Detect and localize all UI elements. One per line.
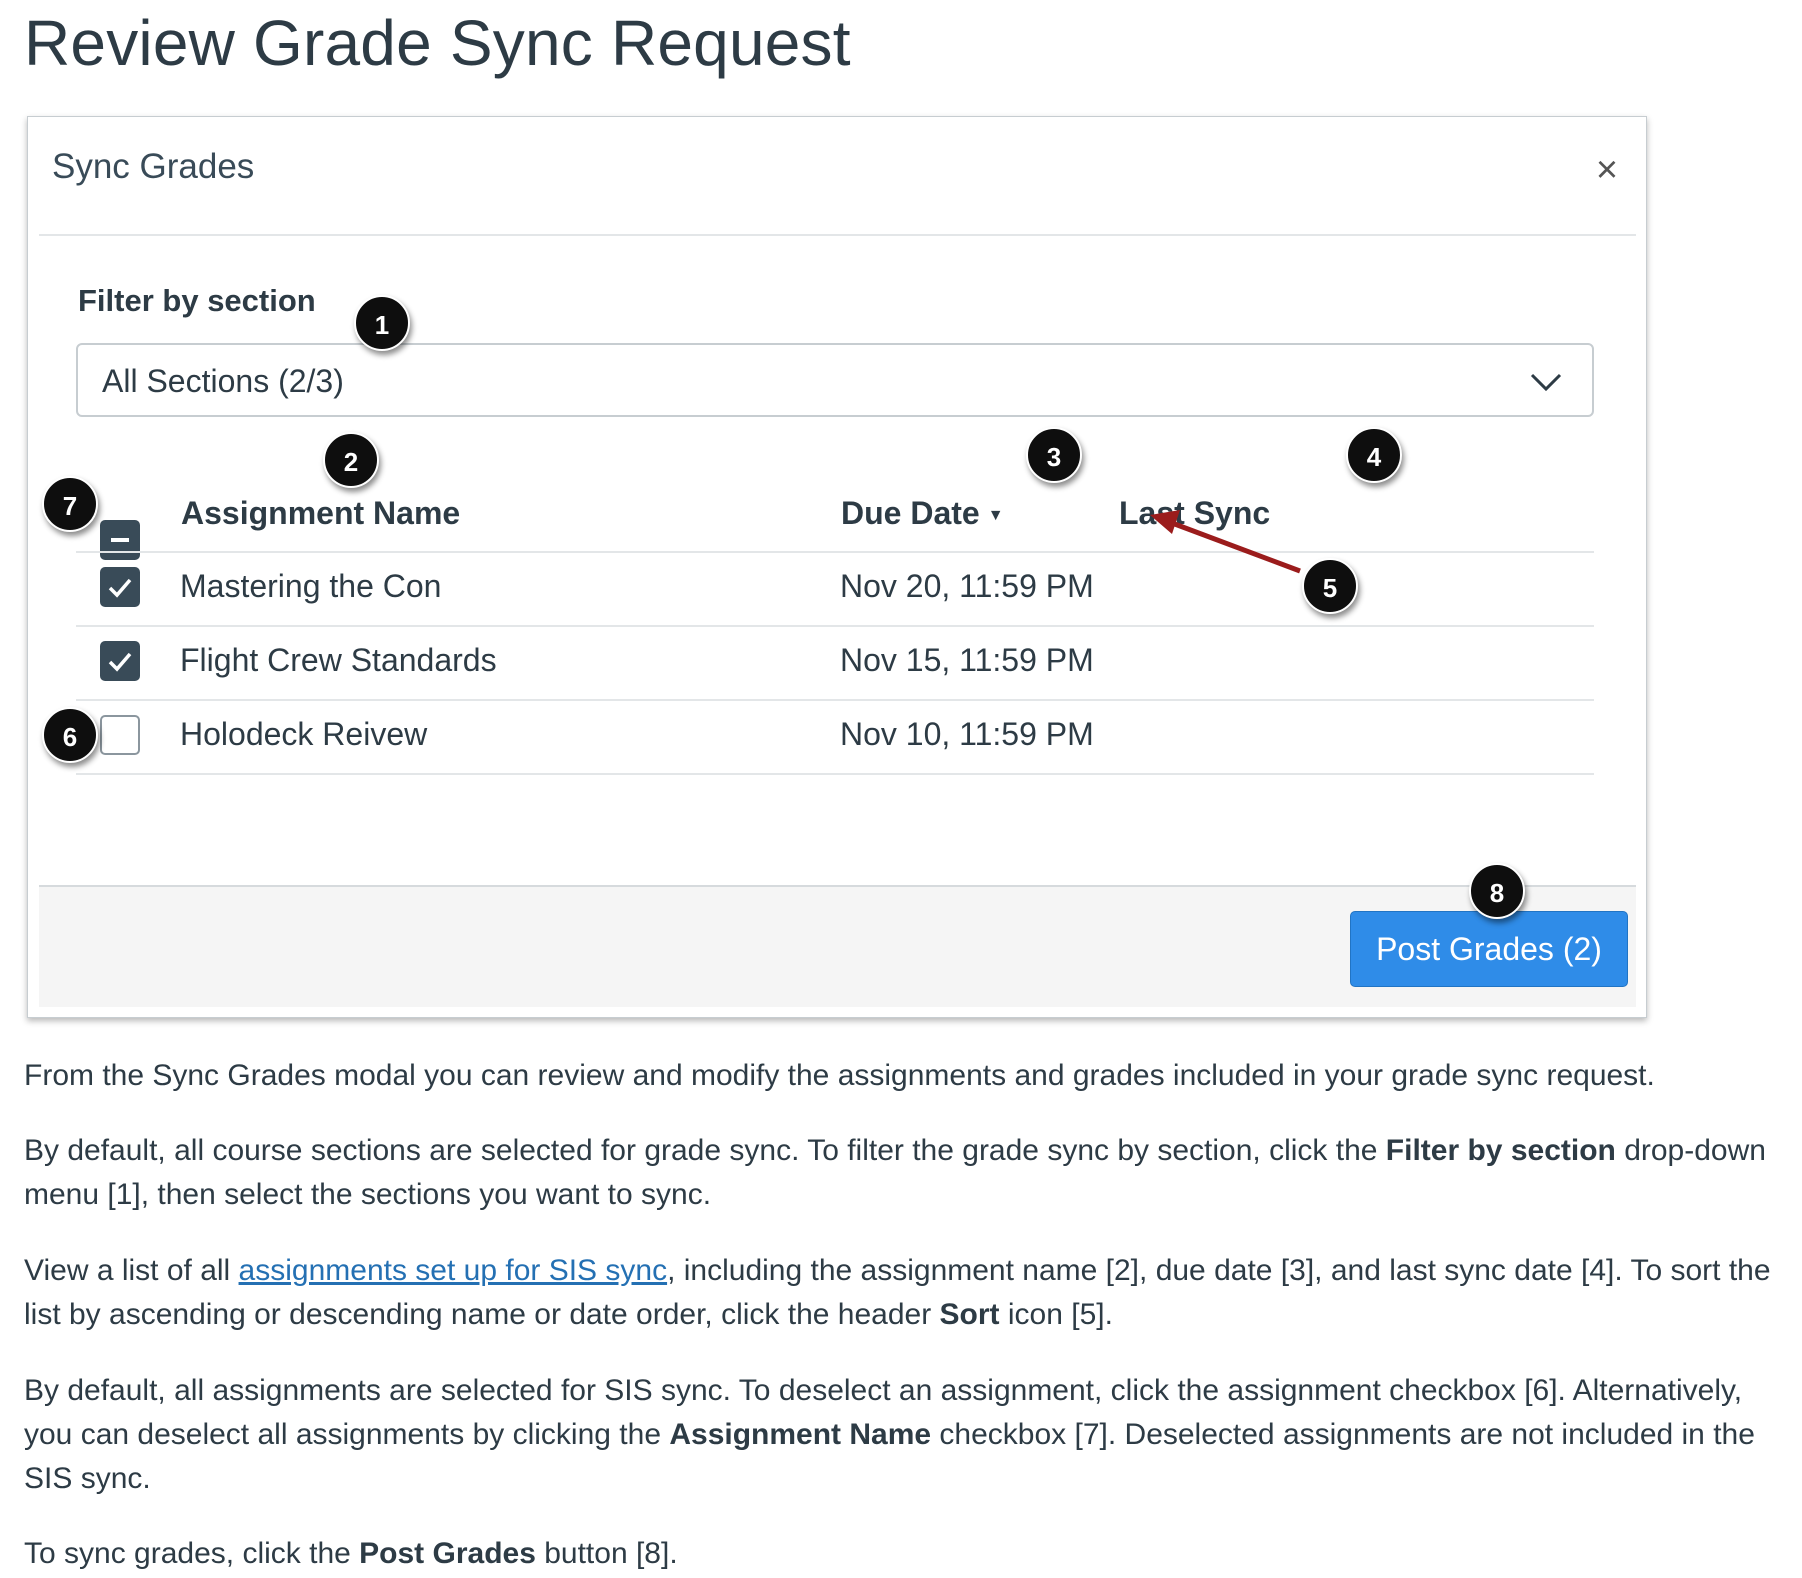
paragraph-intro: From the Sync Grades modal you can revie… <box>24 1059 1655 1092</box>
section-filter-select[interactable]: All Sections (2/3) <box>76 343 1594 417</box>
paragraph-deselect: By default, all assignments are selected… <box>24 1369 1774 1501</box>
due-date-cell: Nov 20, 11:59 PM <box>840 568 1094 604</box>
text-span: icon [5]. <box>999 1298 1113 1331</box>
due-date-cell: Nov 15, 11:59 PM <box>840 642 1094 678</box>
post-grades-button[interactable]: Post Grades (2) <box>1350 911 1628 987</box>
text-span: To sync grades, click the <box>24 1537 360 1570</box>
checkmark-icon <box>108 652 132 672</box>
callout-5: 5 <box>1302 558 1358 614</box>
callout-8: 8 <box>1469 863 1525 919</box>
filter-by-section-label: Filter by section <box>78 283 316 318</box>
sis-sync-link[interactable]: assignments set up for SIS sync <box>239 1254 668 1287</box>
paragraph-list: View a list of all assignments set up fo… <box>24 1249 1774 1337</box>
bold-text: Filter by section <box>1385 1134 1616 1167</box>
close-icon[interactable]: × <box>1590 151 1624 189</box>
bold-text: Post Grades <box>359 1537 536 1570</box>
callout-4: 4 <box>1346 427 1402 483</box>
column-header-assignment-name[interactable]: Assignment Name <box>181 495 460 532</box>
text-span: View a list of all <box>24 1254 239 1287</box>
assignment-name-cell: Holodeck Reivew <box>180 716 428 752</box>
assignment-name-cell: Mastering the Con <box>180 568 442 604</box>
row-checkbox[interactable] <box>100 715 140 755</box>
callout-3: 3 <box>1026 427 1082 483</box>
table-divider <box>76 551 1594 553</box>
paragraph-post: To sync grades, click the Post Grades bu… <box>24 1532 1774 1576</box>
text-span: By default, all course sections are sele… <box>24 1134 1386 1167</box>
paragraph-filter: By default, all course sections are sele… <box>24 1129 1774 1217</box>
modal-title: Sync Grades <box>52 147 255 186</box>
modal-header: Sync Grades × <box>28 117 1646 234</box>
sync-grades-modal: Sync Grades × Filter by section All Sect… <box>27 116 1647 1018</box>
chevron-down-icon <box>1530 373 1562 392</box>
header-divider <box>39 234 1636 236</box>
page-title: Review Grade Sync Request <box>24 7 851 79</box>
column-header-due-date[interactable]: Due Date ▼ <box>841 495 1004 532</box>
text-span: button [8]. <box>535 1537 678 1570</box>
sort-icon[interactable]: ▼ <box>988 507 1004 524</box>
callout-6: 6 <box>42 707 98 763</box>
callout-7: 7 <box>42 476 98 532</box>
bold-text: Assignment Name <box>669 1418 932 1451</box>
row-checkbox[interactable] <box>100 641 140 681</box>
callout-1: 1 <box>354 295 410 351</box>
table-divider <box>76 625 1594 627</box>
table-divider <box>76 699 1594 701</box>
due-date-header-label: Due Date <box>841 495 980 531</box>
row-checkbox[interactable] <box>100 567 140 607</box>
callout-2: 2 <box>323 432 379 488</box>
column-header-last-sync[interactable]: Last Sync <box>1119 495 1270 532</box>
bold-text: Sort <box>939 1298 1000 1331</box>
due-date-cell: Nov 10, 11:59 PM <box>840 716 1094 752</box>
minus-icon <box>111 538 129 542</box>
table-divider <box>76 773 1594 775</box>
assignment-name-cell: Flight Crew Standards <box>180 642 497 678</box>
select-all-checkbox[interactable] <box>100 520 140 560</box>
section-filter-value: All Sections (2/3) <box>102 363 344 399</box>
checkmark-icon <box>108 578 132 598</box>
modal-footer: Post Grades (2) <box>39 885 1636 1007</box>
